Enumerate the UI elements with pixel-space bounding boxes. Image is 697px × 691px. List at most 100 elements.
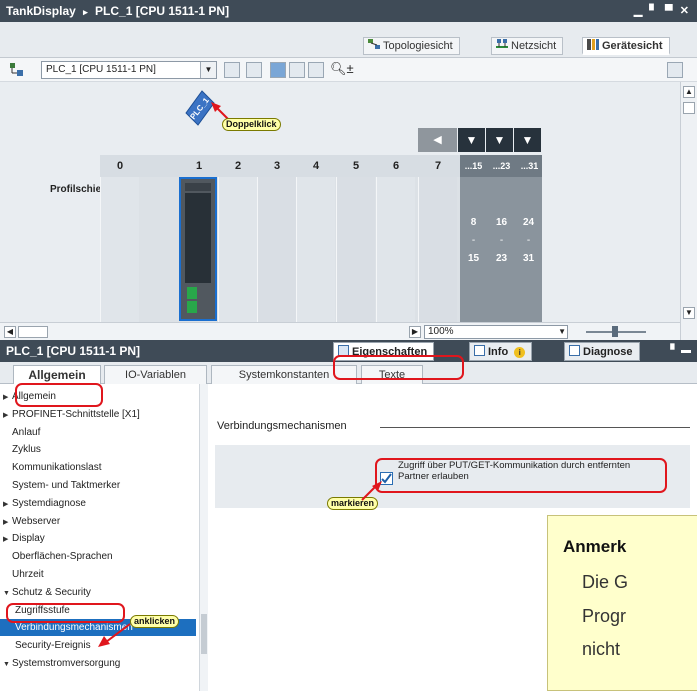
labels-icon[interactable] bbox=[246, 62, 262, 78]
slot-header: 1 bbox=[195, 160, 203, 172]
cpu-module[interactable] bbox=[179, 177, 217, 321]
arrow-pointer-icon bbox=[98, 623, 131, 647]
chevron-right-icon[interactable]: ▶ bbox=[3, 514, 12, 531]
annotation-highlight-general bbox=[15, 383, 103, 407]
horizontal-scrollbar[interactable]: ◀ ▶ 100% ▼ bbox=[0, 322, 680, 340]
vertical-scrollbar[interactable]: ▲ ▼ bbox=[680, 82, 697, 340]
breadcrumb-project[interactable]: TankDisplay bbox=[6, 4, 76, 18]
tree-item[interactable]: ▶ Display bbox=[0, 530, 196, 547]
scroll-up-icon[interactable]: ▲ bbox=[683, 86, 695, 98]
tree-item[interactable]: Kommunikationslast bbox=[0, 459, 196, 476]
zoom-select[interactable]: 100% ▼ bbox=[424, 325, 568, 339]
device-toolbar: PLC_1 [CPU 1511-1 PN] ▼ 🔍︎± bbox=[0, 58, 697, 82]
overview-panel-icon[interactable] bbox=[667, 62, 683, 78]
tab-network-view[interactable]: Netzsicht bbox=[491, 37, 564, 55]
tab-device-view[interactable]: Gerätesicht bbox=[582, 37, 670, 55]
device-canvas[interactable]: PLC_1 Doppelklick ◀ ▼ ▼ ▼ 0 1 2 3 4 5 6 7 ...15.… bbox=[0, 82, 680, 322]
slot-column[interactable] bbox=[418, 177, 457, 322]
slot-column[interactable] bbox=[257, 177, 296, 322]
port-icon bbox=[187, 301, 197, 313]
device-select[interactable]: PLC_1 [CPU 1511-1 PN] ▼ bbox=[41, 61, 217, 79]
tab-diagnostics-label: Diagnose bbox=[583, 346, 633, 358]
group-title: Verbindungsmechanismen bbox=[217, 420, 347, 432]
tab-info[interactable]: Info i bbox=[469, 342, 533, 361]
panel-window-controls[interactable]: ▘ ▬ bbox=[671, 340, 691, 362]
tab-diagnostics[interactable]: Diagnose bbox=[564, 342, 640, 361]
view-tab-bar: Topologiesicht Netzsicht Gerätesicht bbox=[0, 22, 697, 58]
slot-header: 7 bbox=[434, 160, 442, 172]
slot-column[interactable] bbox=[376, 177, 415, 322]
title-bar: TankDisplay ▸ PLC_1 [CPU 1511-1 PN] ▁ ▘ … bbox=[0, 0, 697, 22]
note-line: Die G bbox=[582, 572, 629, 592]
subtab-io-tags[interactable]: IO-Variablen bbox=[104, 365, 207, 384]
slot-header: 6 bbox=[392, 160, 400, 172]
chevron-right-icon[interactable]: ▶ bbox=[3, 389, 12, 406]
tree-item-label: Display bbox=[12, 533, 45, 545]
scroll-left-icon[interactable]: ◀ bbox=[4, 326, 16, 338]
rack-expand-icon[interactable]: ▼ bbox=[458, 128, 485, 152]
tree-scroll-thumb[interactable] bbox=[201, 614, 207, 654]
port-icon bbox=[187, 287, 197, 299]
chevron-down-icon[interactable]: ▼ bbox=[3, 656, 12, 673]
scroll-right-icon[interactable]: ▶ bbox=[409, 326, 421, 338]
chevron-right-icon[interactable]: ▶ bbox=[3, 531, 12, 548]
scroll-thumb[interactable] bbox=[683, 102, 695, 114]
tree-item-label: Systemstromversorgung bbox=[12, 658, 121, 669]
module-icon[interactable] bbox=[270, 62, 286, 78]
rack-dash: - bbox=[526, 235, 531, 246]
slot-column[interactable] bbox=[296, 177, 335, 322]
rack-dash: - bbox=[499, 235, 504, 246]
tree-item[interactable]: Oberflächen-Sprachen bbox=[0, 548, 196, 565]
zoom-value: 100% bbox=[428, 326, 454, 337]
zoom-icon[interactable]: 🔍︎± bbox=[330, 61, 354, 77]
rack-number: 31 bbox=[522, 253, 535, 264]
annotation-double-click: Doppelklick bbox=[222, 118, 281, 131]
tree-item[interactable]: Zyklus bbox=[0, 441, 196, 458]
subtab-general[interactable]: Allgemein bbox=[13, 365, 101, 384]
breadcrumb-device[interactable]: PLC_1 [CPU 1511-1 PN] bbox=[95, 4, 229, 18]
tree-scrollbar[interactable] bbox=[200, 384, 208, 691]
slot-column[interactable] bbox=[100, 177, 139, 322]
chevron-down-icon[interactable]: ▼ bbox=[3, 585, 12, 602]
tree-item[interactable]: ▶ PROFINET-Schnittstelle [X1] bbox=[0, 406, 196, 423]
tree-item-label: Oberflächen-Sprachen bbox=[12, 551, 113, 563]
tree-item[interactable]: Uhrzeit bbox=[0, 566, 196, 583]
h-scroll-thumb[interactable] bbox=[18, 326, 48, 338]
scroll-down-icon[interactable]: ▼ bbox=[683, 307, 695, 319]
network-overview-icon[interactable] bbox=[224, 62, 240, 78]
slot-header: 3 bbox=[273, 160, 281, 172]
arrow-pointer-icon bbox=[361, 481, 382, 501]
annotation-anchor bbox=[38, 637, 56, 651]
tree-item[interactable]: ▶ Webserver bbox=[0, 513, 196, 530]
rack-expand-icon[interactable]: ▼ bbox=[514, 128, 541, 152]
tree-item[interactable]: ▼ Systemstromversorgung bbox=[0, 655, 196, 672]
tree-item[interactable]: Anlauf bbox=[0, 424, 196, 441]
properties-title: PLC_1 [CPU 1511-1 PN] bbox=[6, 344, 141, 358]
slot-column[interactable] bbox=[336, 177, 375, 322]
group-divider bbox=[380, 427, 690, 428]
rack-prev-icon[interactable]: ◀ bbox=[418, 128, 457, 152]
window-controls[interactable]: ▁ ▘ ▀ ✕ bbox=[634, 0, 691, 22]
table-icon[interactable] bbox=[308, 62, 324, 78]
breadcrumb-separator: ▸ bbox=[83, 7, 88, 17]
tree-item[interactable]: ▼ Schutz & Security bbox=[0, 584, 196, 601]
slot-header: 0 bbox=[116, 160, 124, 172]
grid-icon[interactable] bbox=[289, 62, 305, 78]
chevron-right-icon[interactable]: ▶ bbox=[3, 407, 12, 424]
rack-number: 24 bbox=[522, 217, 535, 228]
chevron-down-icon[interactable]: ▼ bbox=[200, 62, 216, 78]
chevron-right-icon[interactable]: ▶ bbox=[3, 496, 12, 513]
tree-item[interactable]: ▶ Systemdiagnose bbox=[0, 495, 196, 512]
slot-column[interactable] bbox=[218, 177, 257, 322]
chevron-down-icon[interactable]: ▼ bbox=[558, 326, 566, 338]
rack-expand-icon[interactable]: ▼ bbox=[486, 128, 513, 152]
info-icon bbox=[474, 345, 485, 356]
note-box: Anmerk Die G Progr nicht bbox=[547, 515, 697, 691]
tree-item-label: System- und Taktmerker bbox=[12, 480, 121, 491]
slot-header: 2 bbox=[234, 160, 242, 172]
device-tree-icon[interactable] bbox=[8, 62, 26, 81]
info-badge-icon: i bbox=[514, 347, 526, 358]
tab-topology-view[interactable]: Topologiesicht bbox=[363, 37, 460, 55]
zoom-slider-thumb[interactable] bbox=[612, 326, 618, 337]
tree-item[interactable]: System- und Taktmerker bbox=[0, 477, 196, 494]
